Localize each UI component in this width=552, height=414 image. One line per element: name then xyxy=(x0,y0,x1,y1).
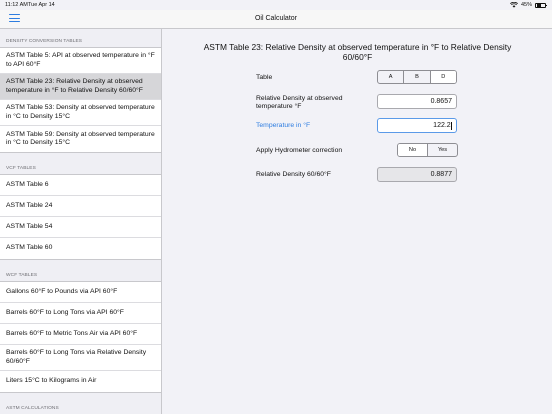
sidebar-item-barrels-long-tons-rd[interactable]: Barrels 60°F to Long Tons via Relative D… xyxy=(0,345,161,371)
nav-bar: Oil Calculator xyxy=(0,10,552,29)
vcf-group: ASTM Table 6 ASTM Table 24 ASTM Table 54… xyxy=(0,174,161,260)
wifi-icon xyxy=(510,2,518,8)
status-bar: 11:12 AM Tue Apr 14 45% xyxy=(0,0,552,10)
section-header-astm-calc: ASTM CALCULATIONS xyxy=(6,406,59,411)
hydrometer-toggle: No Yes xyxy=(397,143,458,157)
sidebar-item-table-59[interactable]: ASTM Table 59: Density at observed tempe… xyxy=(0,126,161,152)
sidebar-item-barrels-long-tons[interactable]: Barrels 60°F to Long Tons via API 60°F xyxy=(0,303,161,324)
density-group: ASTM Table 5: API at observed temperatur… xyxy=(0,47,161,153)
table-selector: A B D xyxy=(377,70,457,84)
hydrometer-label: Apply Hydrometer correction xyxy=(256,147,343,154)
hydrometer-option-yes[interactable]: Yes xyxy=(428,144,457,156)
result-label: Relative Density 60/60°F xyxy=(256,171,331,178)
table-label: Table xyxy=(256,74,273,81)
sidebar-item-gallons-pounds[interactable]: Gallons 60°F to Pounds via API 60°F xyxy=(0,282,161,303)
status-time: 11:12 AM xyxy=(5,2,28,8)
table-option-b[interactable]: B xyxy=(404,71,431,83)
sidebar-item-table-6[interactable]: ASTM Table 6 xyxy=(0,175,161,196)
section-header-wcf: WCF TABLES xyxy=(6,273,38,278)
relative-density-label: Relative Density at observed temperature… xyxy=(256,95,343,110)
wcf-group: Gallons 60°F to Pounds via API 60°F Barr… xyxy=(0,281,161,393)
calculator-panel: ASTM Table 23: Relative Density at obser… xyxy=(163,29,552,414)
sidebar-item-liters-kilograms[interactable]: Liters 15°C to Kilograms in Air xyxy=(0,371,161,392)
sidebar-item-table-60[interactable]: ASTM Table 60 xyxy=(0,238,161,259)
sidebar-item-barrels-metric-tons[interactable]: Barrels 60°F to Metric Tons Air via API … xyxy=(0,324,161,345)
text-caret xyxy=(451,121,452,130)
battery-percent: 45% xyxy=(520,2,532,8)
temperature-input[interactable]: 122.2 xyxy=(377,118,457,133)
status-right: 45% xyxy=(510,2,547,8)
section-header-vcf: VCF TABLES xyxy=(6,166,36,171)
relative-density-input[interactable]: 0.8657 xyxy=(377,94,457,109)
result-value: 0.8877 xyxy=(377,167,457,182)
status-date: Tue Apr 14 xyxy=(28,2,55,8)
sidebar-item-table-54[interactable]: ASTM Table 54 xyxy=(0,217,161,238)
table-option-d[interactable]: D xyxy=(430,71,456,83)
sidebar: DENSITY CONVERSION TABLES ASTM Table 5: … xyxy=(0,29,162,414)
sidebar-item-table-5[interactable]: ASTM Table 5: API at observed temperatur… xyxy=(0,48,161,74)
battery-icon xyxy=(535,2,547,8)
calculator-heading: ASTM Table 23: Relative Density at obser… xyxy=(203,42,512,62)
table-option-a[interactable]: A xyxy=(378,71,405,83)
temperature-value: 122.2 xyxy=(433,122,451,129)
sidebar-item-table-53[interactable]: ASTM Table 53: Density at observed tempe… xyxy=(0,100,161,126)
section-header-density: DENSITY CONVERSION TABLES xyxy=(6,39,83,44)
hydrometer-option-no[interactable]: No xyxy=(398,144,428,156)
sidebar-item-table-24[interactable]: ASTM Table 24 xyxy=(0,196,161,217)
temperature-label: Temperature in °F xyxy=(256,122,311,129)
sidebar-item-table-23[interactable]: ASTM Table 23: Relative Density at obser… xyxy=(0,74,161,100)
page-title: Oil Calculator xyxy=(254,15,297,22)
